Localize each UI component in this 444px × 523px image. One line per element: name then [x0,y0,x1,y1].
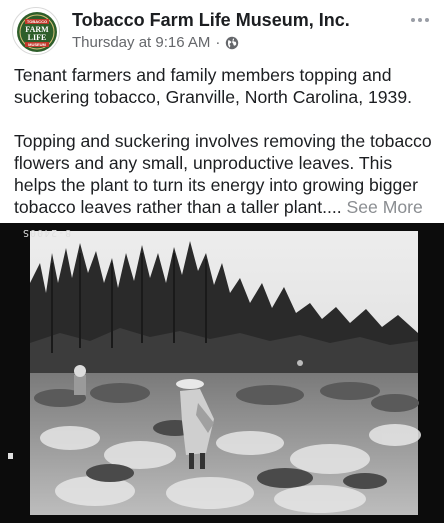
page-avatar[interactable]: TOBACCO FARM LIFE MUSEUM [12,7,60,55]
post-photo[interactable] [0,223,444,523]
post-text: Tenant farmers and family members toppin… [14,64,434,218]
post-timestamp[interactable]: Thursday at 9:16 AM [72,34,210,51]
post-meta: Thursday at 9:16 AM · [72,34,239,51]
page-name[interactable]: Tobacco Farm Life Museum, Inc. [72,10,350,31]
post-header: TOBACCO FARM LIFE MUSEUM Tobacco Farm Li… [0,0,444,60]
globe-icon[interactable] [225,36,239,50]
more-dot [418,18,422,22]
post-paragraph-2: Topping and suckering involves removing … [14,130,434,218]
logo-line4: MUSEUM [28,42,46,47]
meta-separator: · [215,34,221,51]
more-horizontal-icon [411,18,415,22]
post-paragraph-1: Tenant farmers and family members toppin… [14,65,413,107]
logo-line3: LIFE [28,33,47,42]
more-dot [425,18,429,22]
more-options-button[interactable] [406,8,434,32]
museum-logo: TOBACCO FARM LIFE MUSEUM [14,9,59,54]
negative-number-label: 8-2400S [22,227,72,238]
see-more-link[interactable]: See More [347,197,423,217]
logo-line1: TOBACCO [27,19,47,24]
tobacco-field-photo [0,223,444,523]
